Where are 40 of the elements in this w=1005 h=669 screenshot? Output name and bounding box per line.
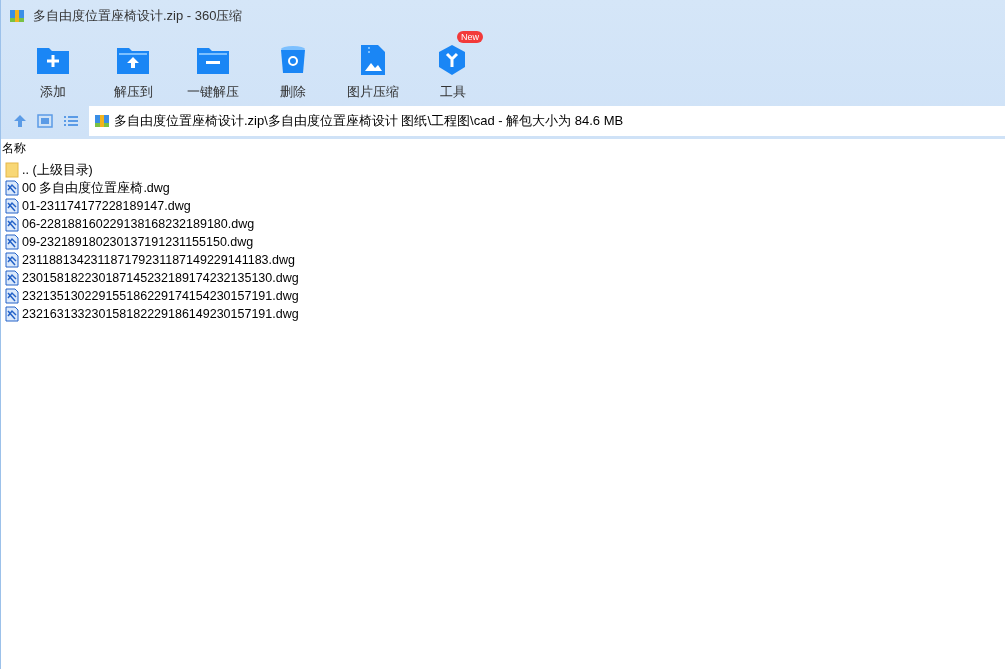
file-name[interactable]: 231188134231187179231187149229141183.dwg: [22, 250, 295, 270]
file-name[interactable]: 230158182230187145232189174232135130.dwg: [22, 268, 299, 288]
drawing-file-icon: [5, 252, 19, 268]
file-name[interactable]: 00 多自由度位置座椅.dwg: [22, 178, 170, 198]
toolbar-button[interactable]: 解压到: [93, 43, 173, 102]
recycle-bin-icon: [280, 45, 306, 75]
drawing-file-icon: [5, 198, 19, 214]
list-view-icon[interactable]: [63, 114, 79, 128]
file-name[interactable]: 06-228188160229138168232189180.dwg: [22, 214, 255, 234]
toolbar-button[interactable]: 添加: [13, 43, 93, 102]
hexagon-y-icon: [438, 44, 468, 76]
image-file-icon: [360, 44, 386, 76]
file-name[interactable]: 232163133230158182229186149230157191.dwg: [22, 304, 299, 324]
folder-minus-icon: [196, 45, 230, 75]
thumbnail-view-icon[interactable]: [37, 114, 53, 128]
window-title: 多自由度位置座椅设计.zip - 360压缩: [33, 7, 243, 26]
drawing-file-icon: [5, 180, 19, 196]
drawing-file-icon: [5, 216, 19, 232]
drawing-file-icon: [5, 270, 19, 286]
up-arrow-icon[interactable]: [13, 114, 27, 128]
folder-upload-icon: [116, 45, 150, 75]
drawing-file-icon: [5, 306, 19, 322]
folder-plus-icon: [36, 45, 70, 75]
folder-icon: [5, 162, 19, 178]
drawing-file-icon: [5, 288, 19, 304]
toolbar-button[interactable]: 工具: [413, 43, 493, 102]
new-badge: New: [457, 31, 483, 43]
file-name[interactable]: 232135130229155186229174154230157191.dwg: [22, 286, 299, 306]
archive-icon: [94, 113, 110, 129]
archive-path: 多自由度位置座椅设计.zip\多自由度位置座椅设计 图纸\工程图\cad - 解包大小为 84.6 MB: [114, 112, 624, 131]
address-bar[interactable]: 多自由度位置座椅设计.zip\多自由度位置座椅设计 图纸\工程图\cad - 解包大小为 84.6 MB: [89, 106, 1005, 136]
toolbar-button[interactable]: 图片压缩: [333, 43, 413, 102]
archive-icon: [9, 8, 25, 24]
column-header[interactable]: 名称: [2, 139, 26, 157]
file-name[interactable]: 01-231174177228189147.dwg: [22, 196, 191, 216]
toolbar-button[interactable]: 删除: [253, 43, 333, 102]
file-name[interactable]: 09-232189180230137191231155150.dwg: [22, 232, 254, 252]
toolbar-button[interactable]: 一键解压: [173, 43, 253, 102]
file-name[interactable]: .. (上级目录): [22, 160, 93, 180]
drawing-file-icon: [5, 234, 19, 250]
